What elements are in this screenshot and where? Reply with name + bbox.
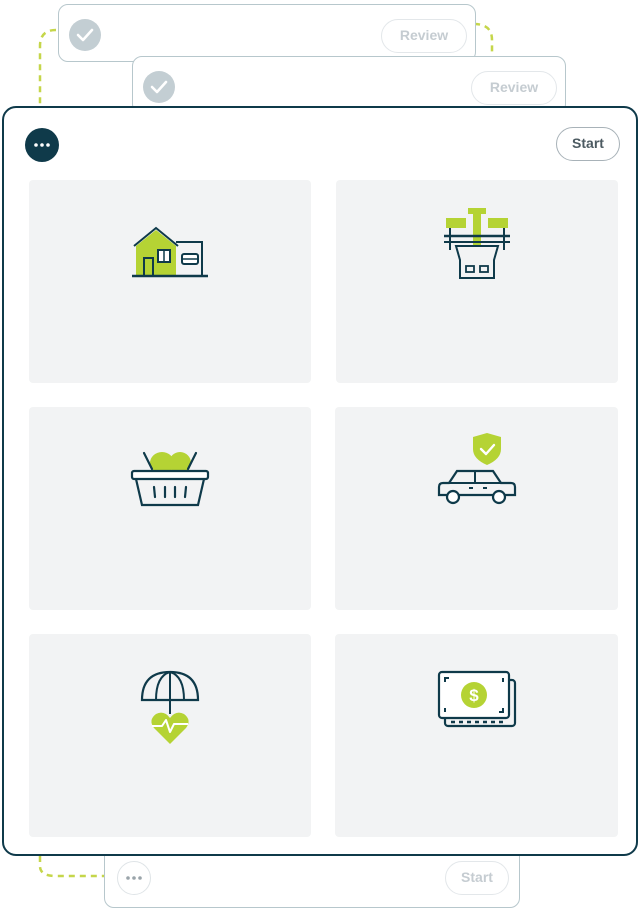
check-icon — [143, 71, 175, 103]
review-button[interactable]: Review — [471, 71, 557, 105]
back-card-1: Review — [58, 4, 476, 62]
insured-car-icon — [437, 433, 516, 505]
more-dots-icon — [34, 143, 50, 147]
tile-auto[interactable] — [335, 407, 618, 610]
svg-text:$: $ — [469, 686, 479, 705]
health-umbrella-icon — [140, 670, 200, 744]
utility-pole-icon — [444, 208, 510, 279]
tile-groceries[interactable] — [29, 407, 311, 610]
check-icon — [69, 19, 101, 51]
cash-bill-icon: $ — [437, 670, 516, 728]
more-options-button[interactable] — [25, 128, 59, 162]
tile-health[interactable] — [29, 634, 311, 837]
tile-house[interactable] — [29, 180, 311, 383]
start-button[interactable]: Start — [556, 127, 620, 161]
house-icon — [132, 226, 208, 278]
start-button[interactable]: Start — [445, 861, 509, 895]
more-dots-icon — [126, 876, 142, 880]
more-options-button[interactable] — [117, 861, 151, 895]
tile-utility[interactable] — [336, 180, 618, 383]
main-card: Start $ — [2, 106, 638, 856]
review-button[interactable]: Review — [381, 19, 467, 53]
tile-cash[interactable]: $ — [335, 634, 618, 837]
grocery-basket-icon — [130, 451, 210, 507]
